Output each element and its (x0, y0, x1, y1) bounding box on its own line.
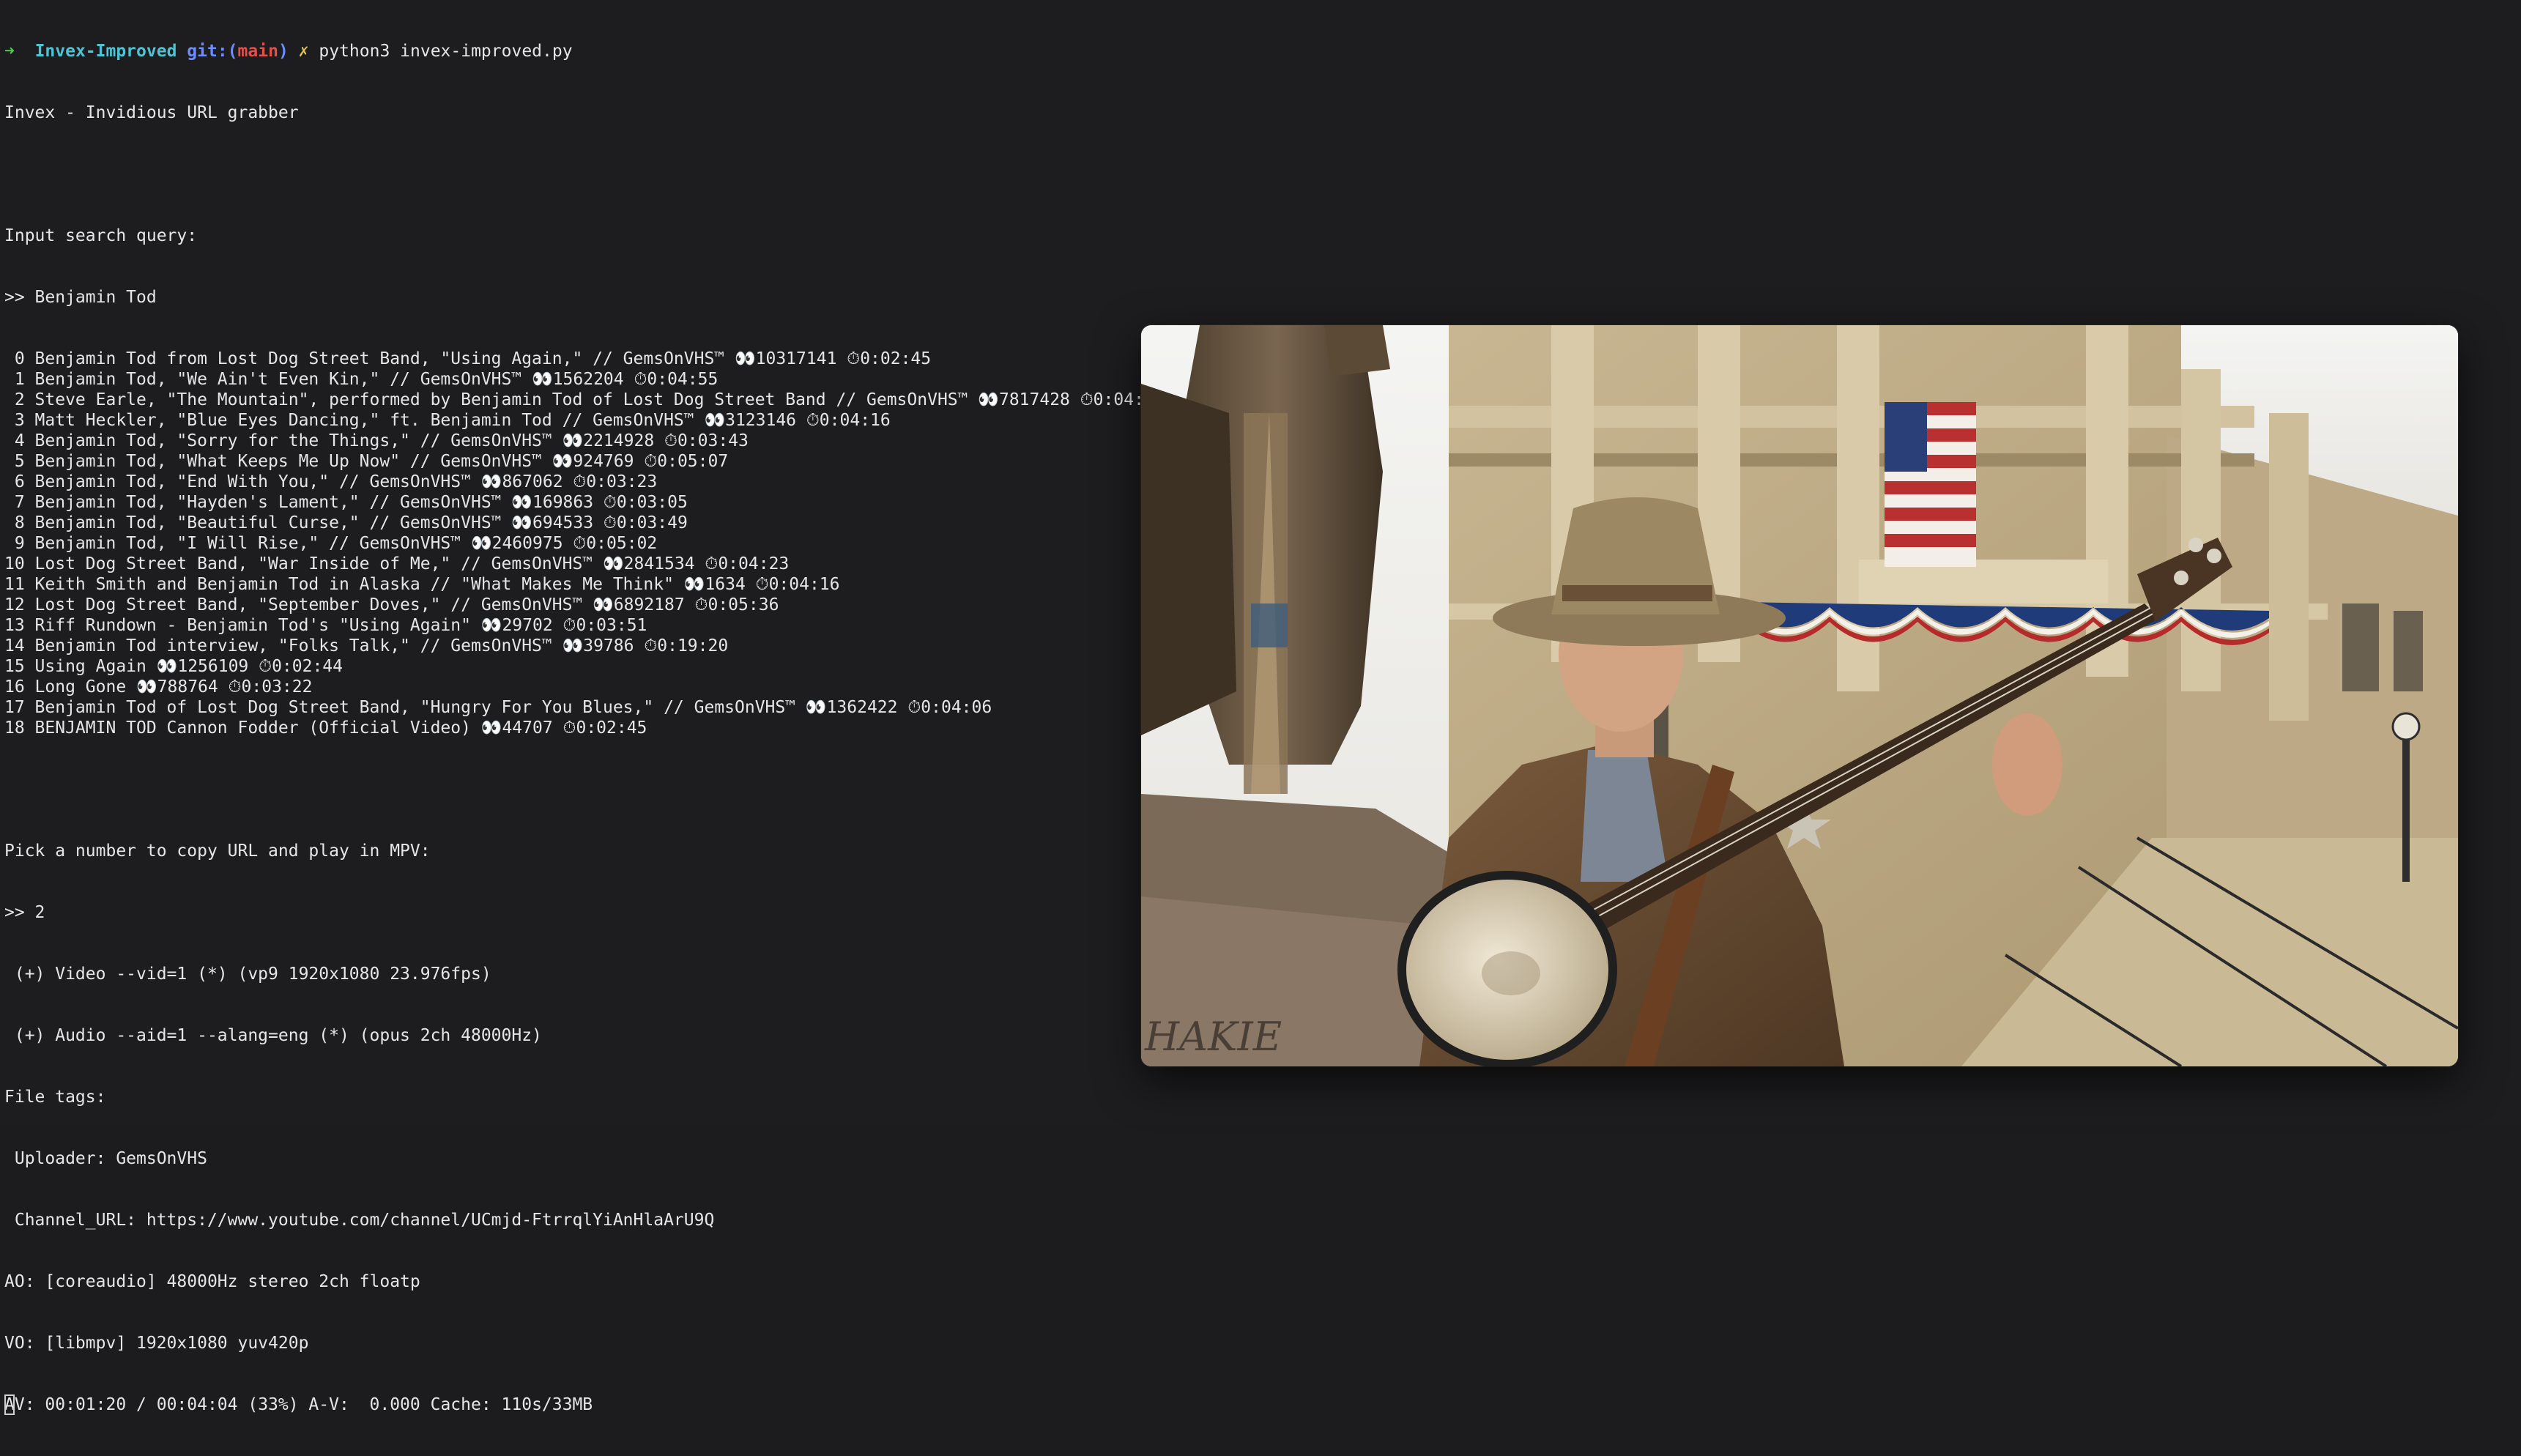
channel-url-line: Channel_URL: https://www.youtube.com/cha… (4, 1211, 715, 1230)
terminal-cursor: A (4, 1394, 15, 1415)
pick-input-line[interactable]: >> 2 (4, 902, 1165, 923)
playback-status-text: V: 00:01:20 / 00:04:04 (33%) A-V: 0.000 … (14, 1395, 593, 1414)
search-input-prefix: >> (4, 288, 35, 307)
pick-input-value: 2 (34, 903, 45, 922)
video-frame: HAKIE (1141, 325, 2458, 1066)
search-result-item: 5 Benjamin Tod, "What Keeps Me Up Now" /… (4, 452, 729, 471)
search-result-item: 4 Benjamin Tod, "Sorry for the Things," … (4, 431, 749, 450)
search-result-item: 18 BENJAMIN TOD Cannon Fodder (Official … (4, 718, 647, 738)
results-list: 0 Benjamin Tod from Lost Dog Street Band… (4, 349, 1165, 738)
search-result-item: 14 Benjamin Tod interview, "Folks Talk,"… (4, 636, 729, 655)
uploader-line: Uploader: GemsOnVHS (4, 1149, 207, 1168)
shell-command: python3 invex-improved.py (319, 42, 573, 61)
search-result-item: 9 Benjamin Tod, "I Will Rise," // GemsOn… (4, 534, 658, 553)
git-branch: main (237, 42, 278, 61)
search-result-item: 13 Riff Rundown - Benjamin Tod's "Using … (4, 616, 647, 635)
search-result-item: 11 Keith Smith and Benjamin Tod in Alask… (4, 575, 840, 594)
prompt-arrow-icon: ➜ (4, 42, 15, 61)
pick-label: Pick a number to copy URL and play in MP… (4, 842, 431, 861)
american-flag (1885, 402, 1976, 567)
video-output-line: VO: [libmpv] 1920x1080 yuv420p (4, 1334, 309, 1353)
git-label: git:( (187, 42, 238, 61)
audio-track-line: (+) Audio --aid=1 --alang=eng (*) (opus … (4, 1026, 542, 1045)
terminal-output: ➜ Invex-Improved git:(main) ✗ python3 in… (4, 0, 1165, 1456)
search-result-item: 6 Benjamin Tod, "End With You," // GemsO… (4, 472, 658, 491)
search-input-line[interactable]: >> Benjamin Tod (4, 287, 1165, 308)
statue-plaque-text: HAKIE (1144, 1014, 1282, 1060)
search-result-item: 8 Benjamin Tod, "Beautiful Curse," // Ge… (4, 513, 688, 532)
app-title: Invex - Invidious URL grabber (4, 103, 299, 122)
pick-input-prefix: >> (4, 903, 35, 922)
search-result-item: 10 Lost Dog Street Band, "War Inside of … (4, 554, 790, 573)
search-result-item: 15 Using Again 👀1256109 ⏱0:02:44 (4, 657, 343, 676)
search-query-value: Benjamin Tod (34, 288, 157, 307)
search-result-item: 3 Matt Heckler, "Blue Eyes Dancing," ft.… (4, 411, 891, 430)
playback-status-line: AV: 00:01:20 / 00:04:04 (33%) A-V: 0.000… (4, 1394, 1165, 1415)
git-label-close: ) (278, 42, 289, 61)
search-result-item: 7 Benjamin Tod, "Hayden's Lament," // Ge… (4, 493, 688, 512)
search-result-item: 2 Steve Earle, "The Mountain", performed… (4, 390, 1165, 409)
search-result-item: 16 Long Gone 👀788764 ⏱0:03:22 (4, 677, 313, 697)
dirty-marker-icon: ✗ (298, 42, 309, 61)
video-track-line: (+) Video --vid=1 (*) (vp9 1920x1080 23.… (4, 965, 491, 984)
audio-output-line: AO: [coreaudio] 48000Hz stereo 2ch float… (4, 1272, 420, 1291)
search-result-item: 0 Benjamin Tod from Lost Dog Street Band… (4, 349, 932, 368)
search-result-item: 17 Benjamin Tod of Lost Dog Street Band,… (4, 698, 992, 717)
prompt-directory: Invex-Improved (34, 42, 177, 61)
search-label: Input search query: (4, 226, 198, 245)
mpv-video-window[interactable]: HAKIE (1141, 325, 2458, 1066)
search-result-item: 12 Lost Dog Street Band, "September Dove… (4, 595, 779, 614)
file-tags-label: File tags: (4, 1088, 106, 1107)
shell-prompt-line: ➜ Invex-Improved git:(main) ✗ python3 in… (4, 41, 1165, 62)
search-result-item: 1 Benjamin Tod, "We Ain't Even Kin," // … (4, 370, 719, 389)
